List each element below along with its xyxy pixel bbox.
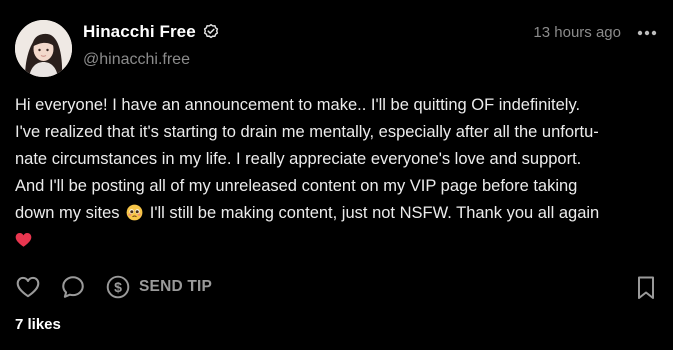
author-display-name[interactable]: Hinacchi Free — [83, 22, 196, 42]
send-tip-button[interactable]: $ SEND TIP — [105, 274, 212, 300]
bookmark-icon[interactable] — [635, 275, 657, 301]
send-tip-label: SEND TIP — [139, 278, 213, 295]
svg-text:$: $ — [114, 279, 122, 295]
post-text: Hi everyone! I have an announcement to m… — [15, 92, 660, 254]
post-text-line — [15, 227, 660, 254]
verified-check-icon — [202, 23, 220, 41]
post-text-line: down my sites I'll still be making conte… — [15, 200, 660, 227]
post-card: Hinacchi Free @hinacchi.free 13 hours ag… — [0, 0, 673, 350]
post-text-line: I've realized that it's starting to drai… — [15, 123, 599, 141]
speech-bubble-icon[interactable] — [60, 274, 86, 300]
author-handle[interactable]: @hinacchi.free — [83, 51, 190, 69]
avatar[interactable] — [15, 20, 72, 77]
post-timestamp[interactable]: 13 hours ago — [533, 24, 621, 41]
dollar-circle-icon: $ — [105, 274, 131, 300]
post-text-fragment: down my sites — [15, 204, 120, 222]
post-actions: $ SEND TIP — [15, 274, 212, 300]
author-name-row: Hinacchi Free — [83, 22, 220, 42]
pleading-face-emoji — [126, 203, 143, 221]
more-horizontal-icon[interactable] — [637, 25, 657, 41]
post-text-line: nate circumstances in my life. I really … — [15, 150, 582, 168]
post-text-line: And I'll be posting all of my unreleased… — [15, 177, 578, 195]
red-heart-emoji — [15, 230, 32, 247]
likes-count[interactable]: 7 likes — [15, 316, 61, 333]
post-text-line: Hi everyone! I have an announcement to m… — [15, 96, 581, 114]
heart-outline-icon[interactable] — [15, 274, 41, 300]
post-text-fragment: I'll still be making content, just not N… — [149, 204, 600, 222]
